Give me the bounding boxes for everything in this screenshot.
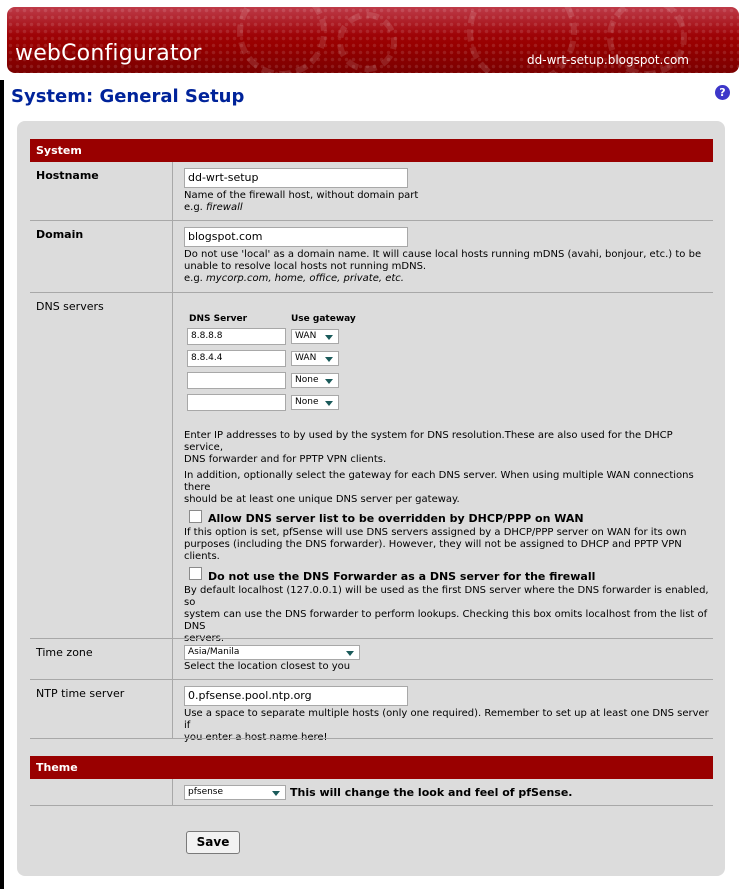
timezone-select[interactable]: Asia/Manila	[184, 645, 360, 660]
dns-desc-p2-line2: should be at least one unique DNS server…	[184, 494, 460, 505]
dns-override-checkbox[interactable]	[189, 510, 202, 523]
no-dns-forwarder-description: By default localhost (127.0.0.1) will be…	[184, 585, 709, 645]
domain-description: Do not use 'local' as a domain name. It …	[184, 249, 709, 285]
gateway-select-2-value: WAN	[295, 353, 317, 363]
theme-select[interactable]: pfsense	[184, 785, 286, 800]
hostname-desc-line1: Name of the firewall host, without domai…	[184, 190, 419, 201]
timezone-description: Select the location closest to you	[184, 661, 351, 672]
hostname-input[interactable]: dd-wrt-setup	[184, 168, 408, 188]
dns-servers-label: DNS servers	[36, 300, 104, 313]
use-gateway-column-header: Use gateway	[291, 314, 356, 324]
dns-server-column-header: DNS Server	[189, 314, 248, 324]
brand-logo-text: webConfigurator	[15, 41, 202, 66]
row-separator	[30, 679, 713, 680]
domain-desc-example: e.g. mycorp.com, home, office, private, …	[184, 273, 709, 285]
column-divider	[172, 779, 173, 805]
section-header-system: System	[30, 139, 713, 162]
hostname-description: Name of the firewall host, without domai…	[184, 190, 709, 214]
hostname-label: Hostname	[36, 169, 99, 182]
dns-description-2: In addition, optionally select the gatew…	[184, 470, 709, 506]
row-separator	[30, 805, 713, 806]
no-dns-forwarder-desc-line3: servers.	[184, 633, 709, 645]
theme-description: This will change the look and feel of pf…	[290, 786, 573, 799]
domain-eg-value: mycorp.com, home, office, private, etc.	[206, 273, 404, 284]
hostname-eg-value: firewall	[206, 202, 243, 213]
page-title: System: General Setup	[11, 86, 245, 107]
chevron-down-icon	[325, 401, 333, 406]
domain-desc-line2: unable to resolve local hosts not runnin…	[184, 261, 427, 272]
domain-eg-prefix: e.g.	[184, 273, 207, 284]
domain-label: Domain	[36, 228, 84, 241]
domain-input[interactable]: blogspot.com	[184, 227, 408, 247]
dns-override-desc-line2: purposes (including the DNS forwarder). …	[184, 539, 682, 562]
dns-description-1: Enter IP addresses to by used by the sys…	[184, 430, 709, 466]
dns-override-description: If this option is set, pfSense will use …	[184, 527, 709, 563]
left-border	[0, 80, 4, 889]
row-separator	[30, 738, 713, 739]
column-divider	[172, 221, 173, 292]
ntp-server-input[interactable]: 0.pfsense.pool.ntp.org	[184, 686, 408, 706]
column-divider	[172, 680, 173, 738]
dns-desc-p1-line2: DNS forwarder and for PPTP VPN clients.	[184, 454, 387, 465]
help-question-icon[interactable]: ?	[715, 85, 730, 100]
section-header-theme: Theme	[30, 756, 713, 779]
row-separator	[30, 220, 713, 221]
domain-desc-line1: Do not use 'local' as a domain name. It …	[184, 249, 702, 260]
dns-server-input-1[interactable]: 8.8.8.8	[187, 328, 286, 345]
gateway-select-1-value: WAN	[295, 331, 317, 341]
gateway-select-2[interactable]: WAN	[291, 351, 339, 366]
dns-override-title: Allow DNS server list to be overridden b…	[208, 512, 584, 525]
column-divider	[172, 639, 173, 679]
no-dns-forwarder-checkbox[interactable]	[189, 567, 202, 580]
column-divider	[172, 293, 173, 638]
site-hostname: dd-wrt-setup.blogspot.com	[527, 53, 689, 67]
dns-server-input-3[interactable]	[187, 372, 286, 389]
row-separator	[30, 638, 713, 639]
no-dns-forwarder-desc-line1: By default localhost (127.0.0.1) will be…	[184, 585, 709, 608]
ntp-server-label: NTP time server	[36, 687, 125, 700]
timezone-label: Time zone	[36, 646, 93, 659]
chevron-down-icon	[325, 357, 333, 362]
gateway-select-4[interactable]: None	[291, 395, 339, 410]
save-button[interactable]: Save	[186, 831, 240, 854]
dns-override-desc-line1: If this option is set, pfSense will use …	[184, 527, 687, 538]
timezone-select-value: Asia/Manila	[188, 647, 240, 657]
no-dns-forwarder-title: Do not use the DNS Forwarder as a DNS se…	[208, 570, 596, 583]
no-dns-forwarder-desc-line2: system can use the DNS forwarder to perf…	[184, 609, 708, 632]
dns-desc-p1-line1: Enter IP addresses to by used by the sys…	[184, 430, 673, 453]
hostname-desc-example: e.g. firewall	[184, 202, 709, 214]
dns-desc-p2-line1: In addition, optionally select the gatew…	[184, 470, 694, 493]
hostname-eg-prefix: e.g.	[184, 202, 207, 213]
header-shine	[7, 7, 739, 35]
row-separator	[30, 292, 713, 293]
chevron-down-icon	[325, 335, 333, 340]
theme-select-value: pfsense	[188, 787, 224, 797]
dns-server-input-4[interactable]	[187, 394, 286, 411]
column-divider	[172, 162, 173, 220]
chevron-down-icon	[346, 651, 354, 656]
gateway-select-3[interactable]: None	[291, 373, 339, 388]
chevron-down-icon	[325, 379, 333, 384]
gateway-select-4-value: None	[295, 397, 319, 407]
chevron-down-icon	[272, 791, 280, 796]
dns-server-input-2[interactable]: 8.8.4.4	[187, 350, 286, 367]
header-banner: webConfigurator dd-wrt-setup.blogspot.co…	[7, 7, 739, 73]
ntp-desc-line1: Use a space to separate multiple hosts (…	[184, 708, 709, 731]
gateway-select-1[interactable]: WAN	[291, 329, 339, 344]
gateway-select-3-value: None	[295, 375, 319, 385]
